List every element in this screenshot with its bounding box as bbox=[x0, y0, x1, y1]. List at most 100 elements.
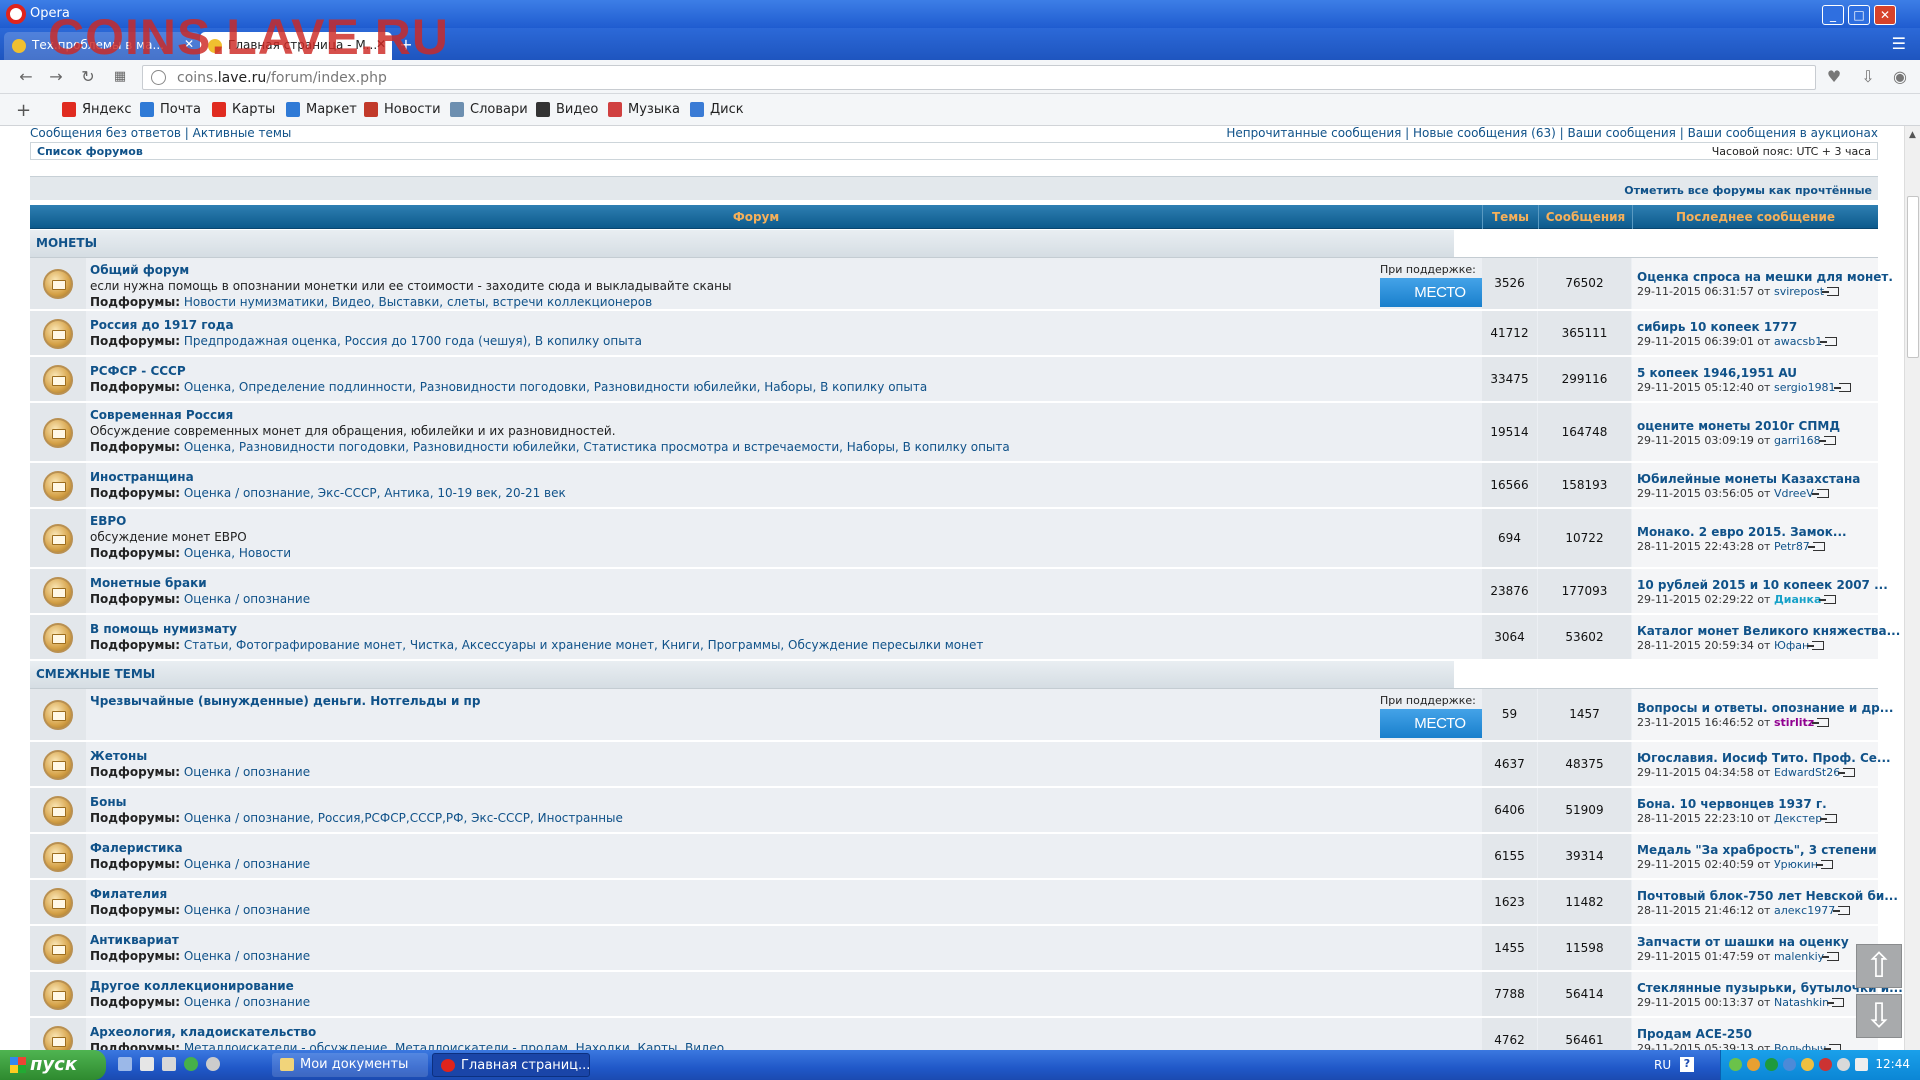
subforum-links[interactable]: Оценка / опознание bbox=[184, 949, 310, 963]
tray-update-icon[interactable] bbox=[1783, 1058, 1796, 1071]
goto-last-post-icon[interactable] bbox=[1811, 488, 1829, 498]
goto-last-post-icon[interactable] bbox=[1818, 435, 1836, 445]
back-arrow-icon[interactable]: ← bbox=[16, 67, 36, 87]
goto-last-post-icon[interactable] bbox=[1833, 905, 1851, 915]
subforum-links[interactable]: Оценка / опознание bbox=[184, 903, 310, 917]
last-post-title-link[interactable]: Продам АСЕ-250 bbox=[1637, 1027, 1752, 1041]
bookmark-market[interactable]: Маркет bbox=[286, 102, 357, 117]
goto-last-post-icon[interactable] bbox=[1833, 382, 1851, 392]
site-info-icon[interactable] bbox=[151, 70, 166, 85]
tray-network-icon[interactable] bbox=[1729, 1058, 1742, 1071]
tray-volume-icon[interactable] bbox=[1837, 1058, 1850, 1071]
quicklaunch-media-icon[interactable] bbox=[206, 1057, 220, 1071]
forum-name-link[interactable]: Монетные браки bbox=[90, 576, 207, 590]
tray-app-icon[interactable] bbox=[1747, 1058, 1760, 1071]
forum-name-link[interactable]: Антиквариат bbox=[90, 933, 179, 947]
speed-dial-grid-icon[interactable]: ▦ bbox=[110, 67, 130, 87]
add-bookmark-icon[interactable]: + bbox=[16, 100, 31, 121]
taskbar-main-page[interactable]: Главная страниц... bbox=[432, 1053, 590, 1077]
last-post-author-link[interactable]: Natashkin bbox=[1774, 996, 1829, 1009]
goto-last-post-icon[interactable] bbox=[1820, 813, 1838, 823]
forum-name-link[interactable]: Жетоны bbox=[90, 749, 147, 763]
forum-name-link[interactable]: Россия до 1917 года bbox=[90, 318, 234, 332]
goto-last-post-icon[interactable] bbox=[1822, 287, 1840, 296]
tray-antivirus-icon[interactable] bbox=[1765, 1058, 1778, 1071]
subforum-links[interactable]: Металлоискатели - обсуждение, Металлоиск… bbox=[184, 1041, 724, 1050]
goto-last-post-icon[interactable] bbox=[1822, 951, 1840, 961]
taskbar-my-documents[interactable]: Мои документы bbox=[272, 1053, 428, 1077]
bookmark-disk[interactable]: Диск bbox=[690, 102, 744, 117]
quicklaunch-app-icon[interactable] bbox=[184, 1057, 198, 1071]
scroll-bottom-arrow-icon[interactable]: ⇩ bbox=[1856, 994, 1902, 1038]
last-post-author-link[interactable]: Урюкин bbox=[1774, 858, 1818, 871]
last-post-author-link[interactable]: svirepost bbox=[1774, 285, 1824, 298]
bookmark-yandex[interactable]: Яндекс bbox=[62, 102, 132, 117]
scrollbar-thumb[interactable] bbox=[1907, 196, 1919, 358]
last-post-author-link[interactable]: Вольфыч bbox=[1774, 1042, 1826, 1051]
bookmark-maps[interactable]: Карты bbox=[212, 102, 275, 117]
language-indicator[interactable]: RU bbox=[1654, 1058, 1671, 1072]
last-post-title-link[interactable]: Медаль "За храбрость", 3 степени bbox=[1637, 843, 1877, 857]
subforum-links[interactable]: Оценка, Определение подлинности, Разнови… bbox=[184, 380, 927, 394]
last-post-title-link[interactable]: Почтовый блок-750 лет Невской би... bbox=[1637, 889, 1898, 903]
goto-last-post-icon[interactable] bbox=[1838, 767, 1856, 777]
bookmark-news[interactable]: Новости bbox=[364, 102, 441, 117]
top-links-left[interactable]: Сообщения без ответов | Активные темы bbox=[30, 126, 291, 140]
goto-last-post-icon[interactable] bbox=[1807, 640, 1825, 650]
tray-monitor-icon[interactable] bbox=[1855, 1058, 1868, 1071]
last-post-title-link[interactable]: Запчасти от шашки на оценку bbox=[1637, 935, 1849, 949]
last-post-author-link[interactable]: VdreeV bbox=[1774, 487, 1814, 500]
breadcrumb[interactable]: Список форумов bbox=[37, 145, 143, 158]
forum-name-link[interactable]: Другое коллекционирование bbox=[90, 979, 294, 993]
subforum-links[interactable]: Оценка / опознание bbox=[184, 995, 310, 1009]
subforum-links[interactable]: Оценка, Разновидности погодовки, Разнови… bbox=[184, 440, 1010, 454]
category-title[interactable]: СМЕЖНЫЕ ТЕМЫ bbox=[36, 667, 155, 681]
last-post-author-link[interactable]: Декстер bbox=[1774, 812, 1822, 825]
subforum-links[interactable]: Предпродажная оценка, Россия до 1700 год… bbox=[184, 334, 642, 348]
forum-name-link[interactable]: Археология, кладоискательство bbox=[90, 1025, 316, 1039]
start-button[interactable]: пуск bbox=[0, 1050, 106, 1080]
goto-last-post-icon[interactable] bbox=[1815, 859, 1833, 869]
forum-name-link[interactable]: Современная Россия bbox=[90, 408, 233, 422]
last-post-author-link[interactable]: алекс1977 bbox=[1774, 904, 1835, 917]
last-post-title-link[interactable]: Вопросы и ответы. опознание и др... bbox=[1637, 701, 1893, 715]
last-post-author-link[interactable]: stirlitz bbox=[1774, 716, 1814, 729]
forum-name-link[interactable]: Фалеристика bbox=[90, 841, 183, 855]
heart-bookmark-icon[interactable]: ♥ bbox=[1824, 67, 1844, 87]
mark-all-read-link[interactable]: Отметить все форумы как прочтённые bbox=[1624, 184, 1872, 197]
goto-last-post-icon[interactable] bbox=[1820, 336, 1838, 346]
category-header[interactable]: МОНЕТЫ bbox=[30, 230, 1878, 258]
forum-name-link[interactable]: В помощь нумизмату bbox=[90, 622, 237, 636]
subforum-links[interactable]: Оценка / опознание bbox=[184, 592, 310, 606]
forum-name-link[interactable]: ЕВРО bbox=[90, 514, 126, 528]
category-header[interactable]: СМЕЖНЫЕ ТЕМЫ bbox=[30, 661, 1878, 689]
last-post-title-link[interactable]: Югославия. Иосиф Тито. Проф. Се... bbox=[1637, 751, 1891, 765]
subforum-links[interactable]: Оценка / опознание bbox=[184, 857, 310, 871]
subforum-links[interactable]: Оценка, Новости bbox=[184, 546, 291, 560]
quicklaunch-desktop-icon[interactable] bbox=[118, 1057, 132, 1071]
last-post-author-link[interactable]: Юфан bbox=[1774, 639, 1809, 652]
last-post-title-link[interactable]: Каталог монет Великого княжества... bbox=[1637, 624, 1900, 638]
quicklaunch-window-icon[interactable] bbox=[140, 1057, 154, 1071]
last-post-title-link[interactable]: 10 рублей 2015 и 10 копеек 2007 ... bbox=[1637, 578, 1888, 592]
bookmark-music[interactable]: Музыка bbox=[608, 102, 680, 117]
goto-last-post-icon[interactable] bbox=[1827, 997, 1845, 1007]
quicklaunch-explorer-icon[interactable] bbox=[162, 1057, 176, 1071]
download-icon[interactable]: ⇩ bbox=[1858, 67, 1878, 87]
subforum-links[interactable]: Статьи, Фотографирование монет, Чистка, … bbox=[184, 638, 984, 652]
scroll-top-arrow-icon[interactable]: ⇧ bbox=[1856, 944, 1902, 988]
last-post-title-link[interactable]: Оценка спроса на мешки для монет. bbox=[1637, 270, 1893, 284]
bookmark-dictionaries[interactable]: Словари bbox=[450, 102, 528, 117]
maximize-button[interactable]: □ bbox=[1848, 5, 1870, 25]
subforum-links[interactable]: Оценка / опознание, Экс-СССР, Антика, 10… bbox=[184, 486, 566, 500]
reload-icon[interactable]: ↻ bbox=[78, 67, 98, 87]
last-post-author-link[interactable]: garri168 bbox=[1774, 434, 1821, 447]
account-icon[interactable]: ◉ bbox=[1890, 67, 1910, 87]
last-post-title-link[interactable]: Юбилейные монеты Казахстана bbox=[1637, 472, 1860, 486]
forum-name-link[interactable]: Общий форум bbox=[90, 263, 189, 277]
goto-last-post-icon[interactable] bbox=[1807, 541, 1825, 551]
last-post-author-link[interactable]: sergio1981 bbox=[1774, 381, 1836, 394]
minimize-button[interactable]: _ bbox=[1822, 5, 1844, 25]
tray-security-icon[interactable] bbox=[1819, 1058, 1832, 1071]
forum-name-link[interactable]: Чрезвычайные (вынужденные) деньги. Нотге… bbox=[90, 694, 480, 708]
